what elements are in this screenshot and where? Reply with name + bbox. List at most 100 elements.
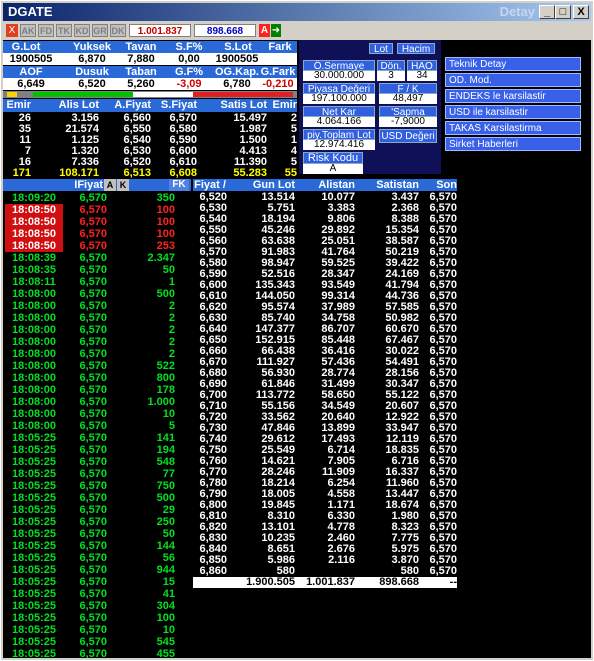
trade-time: 18:05:25: [11, 432, 57, 444]
depth-total-s-fiyat: 6,608: [169, 167, 197, 179]
trade-time: 18:05:25: [11, 636, 57, 648]
trades-hdr-a[interactable]: A: [104, 179, 116, 191]
trade-time: 18:08:00: [11, 372, 57, 384]
sermaye-value: 30.000.000: [303, 71, 375, 81]
trade-lot: 178: [156, 384, 175, 396]
trade-row: 18:08:00 6,570 2: [3, 348, 191, 360]
tab-gr[interactable]: GR: [92, 24, 108, 37]
trade-time: 18:05:25: [11, 444, 57, 456]
trade-lot: 2: [168, 324, 175, 336]
vol-hdr-satistan[interactable]: Satistan: [359, 179, 419, 191]
close-panel-icon[interactable]: X: [6, 24, 18, 37]
toplam-value: 12.974.416: [303, 140, 375, 150]
trade-row: 18:08:00 6,570 800: [3, 372, 191, 384]
window-right-title: Detay: [499, 4, 535, 19]
summary-header-1: G.Lot Yuksek Tavan S.F% S.Lot Fark: [3, 41, 297, 53]
trade-lot: 56: [162, 552, 175, 564]
trade-row: 18:08:00 6,570 178: [3, 384, 191, 396]
minimize-button[interactable]: _: [539, 5, 555, 19]
trade-lot: 15: [162, 576, 175, 588]
tab-kd[interactable]: KD: [74, 24, 90, 37]
tab-ak[interactable]: AK: [20, 24, 36, 37]
trade-price: 6,570: [79, 456, 107, 468]
menu-od-mod[interactable]: OD. Mod.: [445, 73, 581, 87]
trade-lot: 50: [162, 264, 175, 276]
summary-values-2: 6,649 6,520 5,260 -3,09 6,780 -0,210: [3, 78, 297, 90]
vol-hdr-gunlot[interactable]: Gun Lot: [231, 179, 295, 191]
menu-teknik-detay[interactable]: Teknik Detay: [445, 57, 581, 71]
trade-lot: 548: [156, 456, 175, 468]
trade-price: 6,570: [79, 372, 107, 384]
volume-total-gun-lot: 1.900.505: [246, 576, 295, 588]
val-gfark: -0,210: [262, 78, 294, 90]
trade-time: 18:08:50: [5, 204, 63, 216]
trades-hdr-fiyat[interactable]: IFiyat: [43, 179, 103, 191]
depth-header: Emir Alis Lot A.Fiyat S.Fiyat Satis Lot …: [3, 99, 297, 112]
volume-cell-price: 6,860: [199, 565, 227, 577]
vol-hdr-son[interactable]: Son: [419, 179, 457, 191]
trade-price: 6,570: [79, 540, 107, 552]
trade-price: 6,570: [79, 480, 107, 492]
trade-time: 18:08:11: [12, 276, 56, 288]
tab-tk[interactable]: TK: [56, 24, 72, 37]
trade-price: 6,570: [79, 288, 107, 300]
trade-lot: 10: [162, 408, 175, 420]
hdr-dusuk: Dusuk: [75, 66, 109, 78]
maximize-button[interactable]: □: [555, 5, 571, 19]
trade-price: 6,570: [79, 492, 107, 504]
trade-row: 18:08:39 6,570 2.347: [3, 252, 191, 264]
menu-takas[interactable]: TAKAS Karsilastirma: [445, 121, 581, 135]
hdr-aof: AOF: [19, 66, 43, 78]
trade-price: 6,570: [79, 576, 107, 588]
trade-price: 6,570: [79, 360, 107, 372]
trade-row: 18:08:50 6,570 100: [3, 204, 191, 216]
trade-row: 18:05:25 6,570 750: [3, 480, 191, 492]
trade-row: 18:05:25 6,570 100: [3, 612, 191, 624]
arrow-right-icon[interactable]: ➜: [271, 24, 281, 37]
trade-price: 6,570: [79, 204, 107, 216]
trade-time: 18:05:25: [11, 624, 57, 636]
volume-header: Fiyat / Gun Lot Alistan Satistan Son: [193, 179, 457, 191]
trades-hdr-fk[interactable]: FK: [169, 179, 189, 191]
trade-time: 18:08:00: [11, 336, 57, 348]
total-sell-field: 898.668: [194, 24, 256, 37]
close-button[interactable]: X: [573, 5, 589, 19]
val-yuksek: 6,870: [78, 53, 106, 65]
trade-time: 18:05:25: [11, 648, 57, 658]
trade-time: 18:05:25: [11, 588, 57, 600]
menu-haberler[interactable]: Sirket Haberleri: [445, 137, 581, 151]
trade-time: 18:08:00: [11, 384, 57, 396]
trade-time: 18:08:00: [11, 312, 57, 324]
depth-hdr-afiyat: A.Fiyat: [114, 99, 151, 111]
piyasa-value: 197.100.000: [303, 94, 375, 104]
lot-button[interactable]: Lot: [369, 43, 393, 55]
trade-row: 18:08:00 6,570 1.000: [3, 396, 191, 408]
trade-row: 18:08:50 6,570 100: [3, 216, 191, 228]
trade-lot: 2: [168, 300, 175, 312]
vol-hdr-alistan[interactable]: Alistan: [299, 179, 355, 191]
trade-price: 6,570: [79, 228, 107, 240]
trade-lot: 1.000: [147, 396, 175, 408]
trade-price: 6,570: [79, 192, 107, 204]
volume-total-son: --: [449, 576, 457, 588]
menu-usd[interactable]: USD ile karsilastir: [445, 105, 581, 119]
hdr-yuksek: Yuksek: [73, 41, 111, 53]
trade-lot: 29: [162, 504, 175, 516]
trade-price: 6,570: [79, 312, 107, 324]
trade-price: 6,570: [79, 528, 107, 540]
summary-values-1: 1900505 6,870 7,880 0,00 1900505: [3, 53, 297, 65]
trade-row: 18:05:25 6,570 500: [3, 492, 191, 504]
trade-time: 18:05:25: [11, 540, 57, 552]
trade-time: 18:05:25: [11, 516, 57, 528]
trade-row: 18:08:11 6,570 1: [3, 276, 191, 288]
trades-hdr-k[interactable]: K: [117, 179, 129, 191]
hacim-button[interactable]: Hacim: [397, 43, 435, 55]
alert-a-button[interactable]: A: [259, 24, 270, 37]
trade-price: 6,570: [79, 384, 107, 396]
tab-fd[interactable]: FD: [38, 24, 54, 37]
indicator-strip: [3, 91, 297, 98]
menu-endeks[interactable]: ENDEKS le karsilastir: [445, 89, 581, 103]
usd-button[interactable]: USD Değeri: [379, 129, 437, 143]
tab-dk[interactable]: DK: [110, 24, 126, 37]
vol-hdr-fiyat[interactable]: Fiyat /: [193, 179, 227, 191]
